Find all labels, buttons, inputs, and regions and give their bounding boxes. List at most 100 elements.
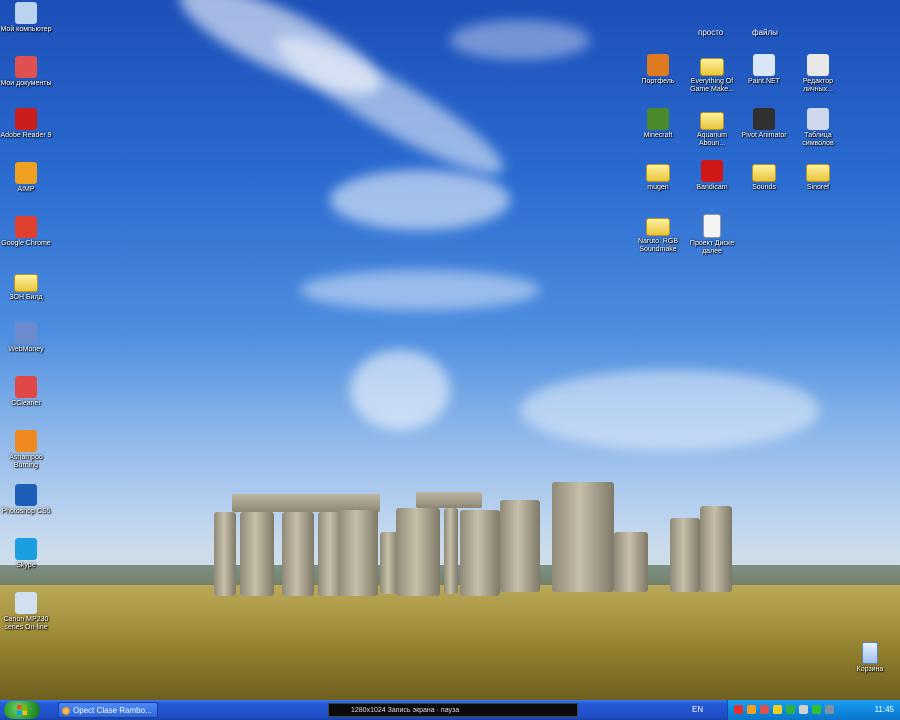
folder-icon (752, 164, 776, 182)
taskbar-window-title: Opect Clase Rambo... (73, 706, 152, 715)
webmoney-icon (15, 322, 37, 344)
desktop-shortcut[interactable]: Ashampoo Burning (0, 430, 54, 470)
desktop-shortcut[interactable]: Everything Of Game Make... (684, 54, 740, 94)
clock[interactable]: 11:45 (875, 705, 894, 714)
stonehenge-stone (214, 512, 236, 596)
tray-app-icon[interactable] (734, 705, 743, 714)
desktop-shortcut[interactable]: Google Chrome (0, 216, 54, 248)
stonehenge-stone (240, 512, 274, 596)
icon-label: AIMP (17, 186, 35, 193)
desktop-shortcut[interactable]: ЗОН Билд (0, 270, 54, 302)
stonehenge-stone (282, 512, 314, 596)
desktop-shortcut[interactable]: Портфель (630, 54, 686, 86)
icon-label: Adobe Reader 9 (0, 132, 52, 139)
desktop-shortcut[interactable]: Photoshop CS5 (0, 484, 54, 516)
stonehenge-stone (396, 508, 440, 596)
recorder-status: 1280x1024 Запись экрана · пауза (351, 707, 460, 714)
bandicam-icon (701, 160, 723, 182)
desktop-shortcut[interactable]: WebMoney (0, 322, 54, 354)
icon-label: Naruto. RGB Soundmake (637, 238, 679, 253)
tray-app-icon[interactable] (773, 705, 782, 714)
desktop-shortcut[interactable]: mugen (630, 160, 686, 192)
desktop-shortcut[interactable]: Sounds (736, 160, 792, 192)
desktop-shortcut[interactable]: AIMP (0, 162, 54, 194)
file-icon (703, 214, 721, 238)
icon-label: Canon MP230 series On-line (3, 616, 49, 631)
printer-icon (15, 592, 37, 614)
tray-app-icon[interactable] (812, 705, 821, 714)
adobe-reader-icon (15, 108, 37, 130)
stonehenge-stone (614, 532, 648, 592)
stonehenge-stone (552, 482, 614, 592)
desktop-shortcut[interactable]: Редактор личных... (790, 54, 846, 94)
icon-label: WebMoney (8, 346, 44, 353)
browser-icon (62, 707, 70, 715)
minecraft-icon (647, 108, 669, 130)
wallpaper-cloud (330, 170, 510, 230)
tray-app-icon[interactable] (825, 705, 834, 714)
stonehenge-lintel (416, 492, 482, 508)
stonehenge-stone (700, 506, 732, 592)
taskbar-window-button[interactable]: Opect Clase Rambo... (58, 702, 158, 718)
icon-label: Aquarium Aboun... (697, 132, 727, 147)
icon-label: Photoshop CS5 (1, 508, 51, 515)
desktop-shortcut[interactable]: Naruto. RGB Soundmake (630, 214, 686, 254)
screen-recorder-bar[interactable]: 1280x1024 Запись экрана · пауза (328, 703, 578, 717)
system-tray: EN 11:45 (692, 700, 900, 720)
taskbar: Opect Clase Rambo... 1280x1024 Запись эк… (0, 700, 900, 720)
tray-app-icon[interactable] (786, 705, 795, 714)
desktop (0, 0, 900, 700)
icon-label: Портфель (641, 78, 675, 85)
tray-app-icon[interactable] (760, 705, 769, 714)
desktop-shortcut[interactable]: CCleaner (0, 376, 54, 408)
desktop-shortcut[interactable]: Проект Диске далее (684, 214, 740, 256)
icon-label: Skype (16, 562, 36, 569)
tray-app-icon[interactable] (799, 705, 808, 714)
desktop-shortcut[interactable]: Bandicam (684, 160, 740, 192)
wallpaper-cloud (450, 20, 590, 60)
desktop-shortcut[interactable]: Adobe Reader 9 (0, 108, 54, 140)
desktop-shortcut[interactable]: Minecraft (630, 108, 686, 140)
my-documents-icon (15, 56, 37, 78)
skype-icon (15, 538, 37, 560)
icon-label: Мой компьютер (0, 26, 52, 33)
desktop-shortcut[interactable]: Мои документы (0, 56, 54, 88)
icon-label: Bandicam (696, 184, 728, 191)
desktop-shortcut[interactable]: Мой компьютер (0, 2, 54, 34)
burning-icon (15, 430, 37, 452)
editor-icon (807, 54, 829, 76)
desktop-shortcut[interactable]: Canon MP230 series On-line (0, 592, 54, 632)
start-button[interactable] (4, 701, 40, 719)
recycle-bin-shortcut[interactable]: Корзина (842, 642, 898, 674)
pivot-icon (753, 108, 775, 130)
icon-label: Редактор личных... (802, 78, 834, 93)
icon-label: Проект Диске далее (689, 240, 735, 255)
stonehenge-stone (500, 500, 540, 592)
icon-label: Pivot Animator (741, 132, 787, 139)
desktop-shortcut[interactable]: Таблица символов (790, 108, 846, 148)
language-indicator[interactable]: EN (692, 705, 703, 714)
icon-label: Everything Of Game Make... (690, 78, 734, 93)
recycle-bin-icon (862, 642, 878, 664)
my-computer-icon (15, 2, 37, 24)
desktop-shortcut[interactable]: Skype (0, 538, 54, 570)
desktop-shortcut[interactable]: Sinoref (790, 160, 846, 192)
desktop-shortcut[interactable]: Pivot Animator (736, 108, 792, 140)
icon-label: Ashampoo Burning (9, 454, 43, 469)
stonehenge-stone (338, 510, 378, 596)
desktop-shortcut[interactable]: Paint.NET (736, 54, 792, 86)
folder-icon (14, 274, 38, 292)
icon-label: ЗОН Билд (9, 294, 43, 301)
ccleaner-icon (15, 376, 37, 398)
desktop-group-label: файлы (752, 28, 778, 37)
folder-icon (806, 164, 830, 182)
icon-label: Sinoref (806, 184, 830, 191)
folder-icon (700, 58, 724, 76)
icon-label: Мои документы (0, 80, 52, 87)
icon-label: Sounds (752, 184, 776, 191)
tray-app-icon[interactable] (747, 705, 756, 714)
chrome-icon (15, 216, 37, 238)
icon-label: Minecraft (643, 132, 673, 139)
desktop-shortcut[interactable]: Aquarium Aboun... (684, 108, 740, 148)
icon-label: mugen (647, 184, 669, 191)
